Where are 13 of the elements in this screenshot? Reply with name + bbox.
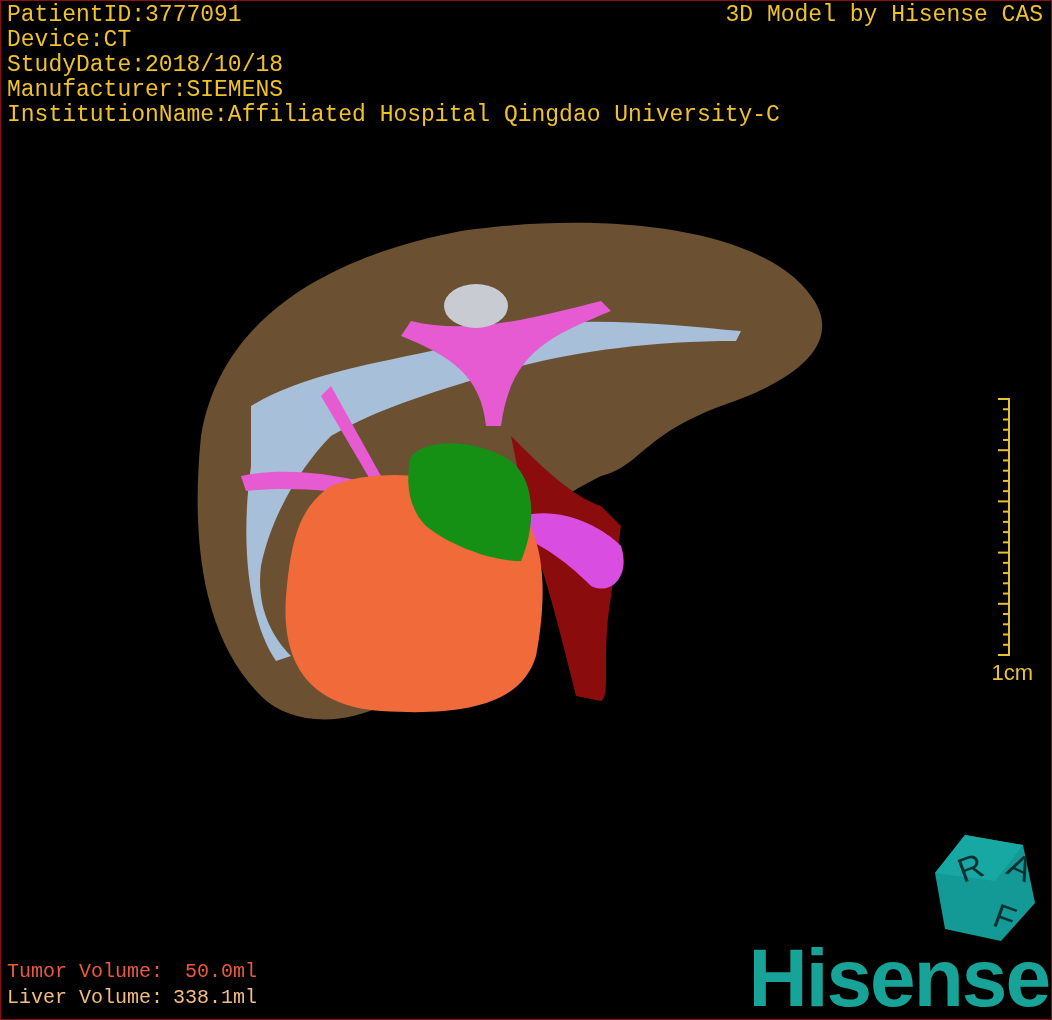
logo-text: Hisense <box>748 943 1049 1013</box>
info-text: Manufacturer:SIEMENS <box>7 78 285 103</box>
scale-label: 1cm <box>991 660 1033 686</box>
caption-text: 3D Model by Hisense CAS <box>725 3 1043 28</box>
info-text: StudyDate:2018/10/18 <box>7 53 285 78</box>
volume-value: 338.1ml <box>173 985 258 1011</box>
info-text: Device:CT <box>7 28 133 53</box>
info-text: PatientID:3777091 <box>7 3 242 28</box>
volume-value: 50.0ml <box>184 959 258 985</box>
volume-label: Tumor Volume: <box>7 959 164 985</box>
info-text: InstitutionName:Affiliated Hospital Qingdao University-C <box>7 103 781 128</box>
volume-label: Liver Volume: <box>7 985 164 1011</box>
orientation-cube: R A F <box>935 835 1035 941</box>
